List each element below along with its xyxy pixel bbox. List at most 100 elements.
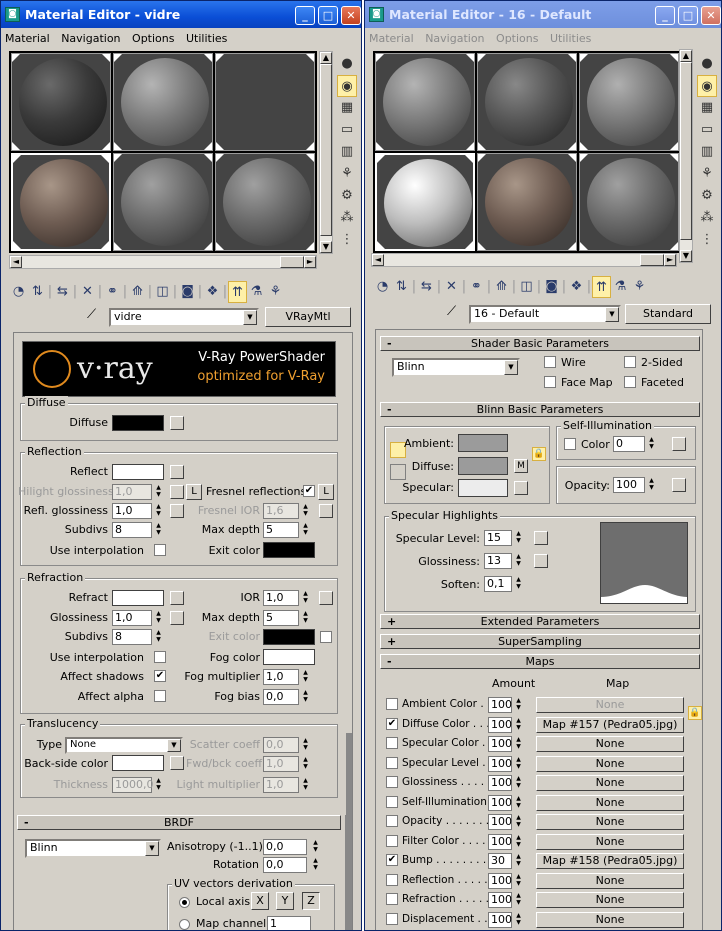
map-slot-button[interactable]: None [536, 892, 684, 908]
assign-to-selection-icon[interactable]: ⇆ [53, 281, 72, 303]
material-slot[interactable] [11, 153, 111, 251]
light-multiplier-spinner[interactable]: ▲ ▼ [301, 777, 310, 793]
map-amount-spinner[interactable]: ▲ ▼ [514, 834, 523, 850]
refl-glossiness-map-button[interactable] [170, 504, 184, 518]
refract-exit-color-checkbox[interactable] [320, 631, 332, 643]
specular-map-button[interactable] [514, 481, 528, 495]
put-to-library-icon[interactable]: ⟰ [492, 276, 511, 298]
material-slot[interactable] [375, 53, 475, 151]
refract-subdivs-spinner[interactable]: ▲ ▼ [154, 629, 163, 645]
scroll-up-arrow[interactable]: ▲ [680, 50, 692, 62]
material-navigator-icon[interactable]: ⋮ [697, 229, 717, 251]
material-navigator-icon[interactable]: ⋮ [337, 229, 357, 251]
light-multiplier-input[interactable]: 1,0 [263, 777, 299, 793]
show-map-in-viewport-icon[interactable]: ◙ [542, 276, 561, 298]
fog-bias-input[interactable]: 0,0 [263, 689, 299, 705]
slots-vertical-scrollbar[interactable]: ▲ ▼ [319, 51, 333, 254]
make-preview-icon[interactable]: ⚘ [697, 163, 717, 185]
map-slot-button[interactable]: None [536, 872, 684, 889]
scroll-thumb[interactable] [280, 256, 304, 268]
show-end-result-icon[interactable]: ❖ [567, 276, 586, 298]
map-amount-input[interactable]: 100 [488, 775, 512, 791]
glossiness-spinner[interactable]: ▲ ▼ [514, 553, 523, 569]
map-amount-spinner[interactable]: ▲ ▼ [514, 795, 523, 811]
maps-lock-icon[interactable]: 🔒 [688, 706, 702, 720]
map-slot-button[interactable]: None [536, 697, 684, 713]
scatter-coeff-spinner[interactable]: ▲ ▼ [301, 737, 310, 753]
reflect-color-swatch[interactable] [112, 464, 164, 480]
fresnel-ior-map-button[interactable] [319, 504, 333, 518]
specular-level-spinner[interactable]: ▲ ▼ [514, 530, 523, 546]
map-slot-button[interactable]: None [536, 736, 684, 752]
fresnel-checkbox[interactable]: ✔ [303, 485, 315, 497]
ior-map-button[interactable] [319, 591, 333, 605]
ior-input[interactable]: 1,0 [263, 590, 299, 606]
map-enable-checkbox[interactable] [386, 893, 398, 905]
map-enable-checkbox[interactable] [386, 795, 398, 808]
soften-spinner[interactable]: ▲ ▼ [514, 576, 523, 592]
go-forward-sibling-icon[interactable]: ⚗ [611, 276, 630, 298]
minimize-button[interactable]: _ [655, 6, 675, 25]
video-color-check-icon[interactable]: ▥ [697, 141, 717, 163]
refl-glossiness-spinner[interactable]: ▲ ▼ [154, 503, 163, 519]
refract-max-depth-input[interactable]: 5 [263, 610, 299, 626]
reflect-subdivs-spinner[interactable]: ▲ ▼ [154, 522, 163, 538]
menu-options[interactable]: Options [496, 32, 538, 45]
reset-material-icon[interactable]: ✕ [78, 281, 97, 303]
map-amount-spinner[interactable]: ▲ ▼ [514, 756, 523, 772]
map-enable-checkbox[interactable] [386, 756, 398, 769]
map-amount-input[interactable]: 100 [488, 814, 512, 830]
supersampling-rollout-header[interactable]: + SuperSampling [380, 634, 700, 649]
thickness-spinner[interactable]: ▲ ▼ [154, 777, 163, 793]
map-amount-spinner[interactable]: ▲ ▼ [514, 912, 523, 928]
show-end-result-icon[interactable]: ❖ [203, 281, 222, 303]
map-amount-input[interactable]: 100 [488, 697, 512, 713]
anisotropy-input[interactable]: 0,0 [263, 839, 307, 855]
reflect-max-depth-input[interactable]: 5 [263, 522, 299, 538]
material-slot[interactable] [375, 153, 475, 251]
put-to-scene-icon[interactable]: ⇅ [28, 281, 47, 303]
material-slot[interactable] [579, 153, 679, 251]
brdf-type-dropdown[interactable]: Blinn ▼ [25, 839, 161, 858]
faceted-checkbox[interactable] [624, 376, 636, 388]
scroll-thumb[interactable] [680, 62, 692, 240]
map-amount-input[interactable]: 100 [488, 755, 512, 772]
map-enable-checkbox[interactable] [386, 815, 398, 827]
refract-glossiness-map-button[interactable] [170, 611, 184, 625]
map-slot-button[interactable]: None [536, 775, 684, 791]
refract-max-depth-spinner[interactable]: ▲ ▼ [301, 610, 310, 626]
scroll-left-arrow[interactable]: ◄ [372, 254, 384, 266]
blinn-basic-rollout-header[interactable]: - Blinn Basic Parameters [380, 402, 700, 417]
opacity-input[interactable]: 100 [613, 477, 645, 493]
pick-material-dropper-icon[interactable]: ⟋ [87, 307, 96, 322]
maximize-button[interactable]: □ [318, 6, 338, 25]
material-slot[interactable] [477, 53, 577, 151]
opacity-spinner[interactable]: ▲ ▼ [647, 477, 656, 493]
two-sided-checkbox[interactable] [624, 356, 636, 368]
go-forward-sibling-icon[interactable]: ⚗ [247, 281, 266, 303]
map-slot-button[interactable]: Map #157 (Pedra05.jpg) [536, 716, 684, 733]
make-unique-icon[interactable]: ⚭ [103, 281, 122, 303]
close-button[interactable]: ✕ [341, 6, 361, 25]
fog-multiplier-spinner[interactable]: ▲ ▼ [301, 669, 310, 685]
reflect-max-depth-spinner[interactable]: ▲ ▼ [301, 522, 310, 538]
scroll-thumb[interactable] [320, 64, 332, 236]
refract-exit-color-swatch[interactable] [263, 629, 315, 645]
material-slot[interactable] [215, 53, 315, 151]
pick-material-icon[interactable]: ⚘ [630, 276, 649, 298]
self-illum-color-checkbox[interactable] [564, 438, 576, 450]
slots-horizontal-scrollbar[interactable]: ◄ ► [371, 253, 677, 267]
map-enable-checkbox[interactable] [386, 737, 398, 749]
pick-material-icon[interactable]: ⚘ [266, 281, 285, 303]
refract-use-interp-checkbox[interactable] [154, 651, 166, 663]
map-enable-checkbox[interactable]: ✔ [386, 854, 398, 866]
pick-material-dropper-icon[interactable]: ⟋ [447, 304, 456, 319]
fwd-bck-coeff-input[interactable]: 1,0 [263, 756, 299, 772]
material-slot[interactable] [113, 153, 213, 251]
map-amount-input[interactable]: 100 [488, 716, 512, 733]
soften-input[interactable]: 0,1 [484, 576, 512, 592]
options-icon[interactable]: ⚙ [697, 185, 717, 207]
ior-spinner[interactable]: ▲ ▼ [301, 590, 310, 606]
material-id-icon[interactable]: ◫ [517, 276, 536, 298]
fog-multiplier-input[interactable]: 1,0 [263, 669, 299, 685]
